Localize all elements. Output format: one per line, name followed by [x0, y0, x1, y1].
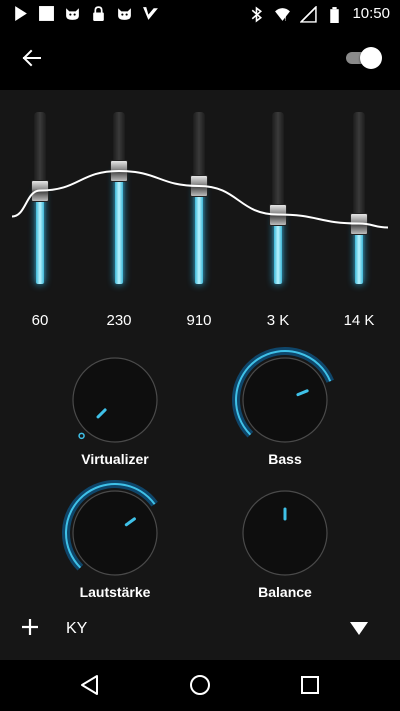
- arrow-left-icon[interactable]: [18, 44, 46, 72]
- cat-icon: [66, 8, 79, 20]
- back-triangle-icon[interactable]: [77, 672, 103, 698]
- notification-icons: [12, 5, 159, 22]
- band-slider-3k[interactable]: 3 K: [258, 112, 298, 342]
- preset-bar: KY: [0, 606, 400, 652]
- volume-label: Lautstärke: [79, 584, 151, 600]
- battery-icon: [330, 6, 340, 23]
- play-icon: [15, 6, 27, 21]
- signal-icon: [300, 5, 318, 23]
- band-label: 230: [106, 312, 132, 329]
- volume-knob[interactable]: [60, 478, 170, 588]
- system-icons: ! 10:50: [248, 4, 390, 24]
- slider-thumb[interactable]: [190, 175, 208, 197]
- virtualizer-label: Virtualizer: [81, 451, 149, 467]
- band-label: 910: [186, 312, 212, 329]
- equalizer-toggle[interactable]: [344, 47, 382, 69]
- triangle-down-icon[interactable]: [348, 619, 370, 637]
- dial-body: [242, 357, 328, 443]
- slider-thumb[interactable]: [110, 160, 128, 182]
- band-slider-14k[interactable]: 14 K: [339, 112, 379, 342]
- band-slider-60[interactable]: 60: [20, 112, 60, 342]
- slider-fill: [115, 171, 123, 284]
- band-slider-910[interactable]: 910: [179, 112, 219, 342]
- status-bar: ! 10:50: [0, 0, 400, 28]
- wifi-icon: !: [275, 7, 291, 22]
- band-label: 60: [31, 312, 49, 329]
- slider-thumb[interactable]: [350, 212, 368, 235]
- dial-min-dot: [78, 432, 85, 440]
- recents-square-icon[interactable]: [297, 672, 323, 698]
- navigation-bar: [0, 660, 400, 711]
- cat-icon: [118, 8, 131, 20]
- equalizer-panel: 60 230 910 3 K 14 K Virtualizer Bass Lau…: [0, 90, 400, 660]
- slider-fill: [195, 186, 203, 284]
- slider-thumb[interactable]: [269, 203, 287, 226]
- preset-name[interactable]: KY: [66, 620, 87, 638]
- svg-text:!: !: [285, 15, 287, 22]
- band-label: 14 K: [343, 312, 375, 329]
- equalizer-bands: 60 230 910 3 K 14 K: [0, 90, 400, 340]
- clock: 10:50: [352, 5, 390, 22]
- dial-body: [242, 490, 328, 576]
- slider-fill: [36, 190, 44, 284]
- check-icon: [143, 7, 158, 20]
- lock-icon: [93, 6, 104, 21]
- plus-icon[interactable]: [18, 615, 42, 639]
- home-circle-icon[interactable]: [187, 672, 213, 698]
- slider-thumb[interactable]: [31, 179, 49, 202]
- virtualizer-knob[interactable]: [60, 345, 170, 455]
- app-bar: [0, 28, 400, 90]
- dial-body: [72, 357, 158, 443]
- band-slider-230[interactable]: 230: [99, 112, 139, 342]
- bass-label: Bass: [268, 451, 302, 467]
- toggle-thumb: [360, 47, 382, 69]
- square-icon: [39, 6, 54, 21]
- balance-label: Balance: [258, 584, 312, 600]
- dial-body: [72, 490, 158, 576]
- bluetooth-icon: [252, 6, 263, 22]
- bass-knob[interactable]: [230, 345, 340, 455]
- balance-knob[interactable]: [230, 478, 340, 588]
- band-label: 3 K: [266, 312, 290, 329]
